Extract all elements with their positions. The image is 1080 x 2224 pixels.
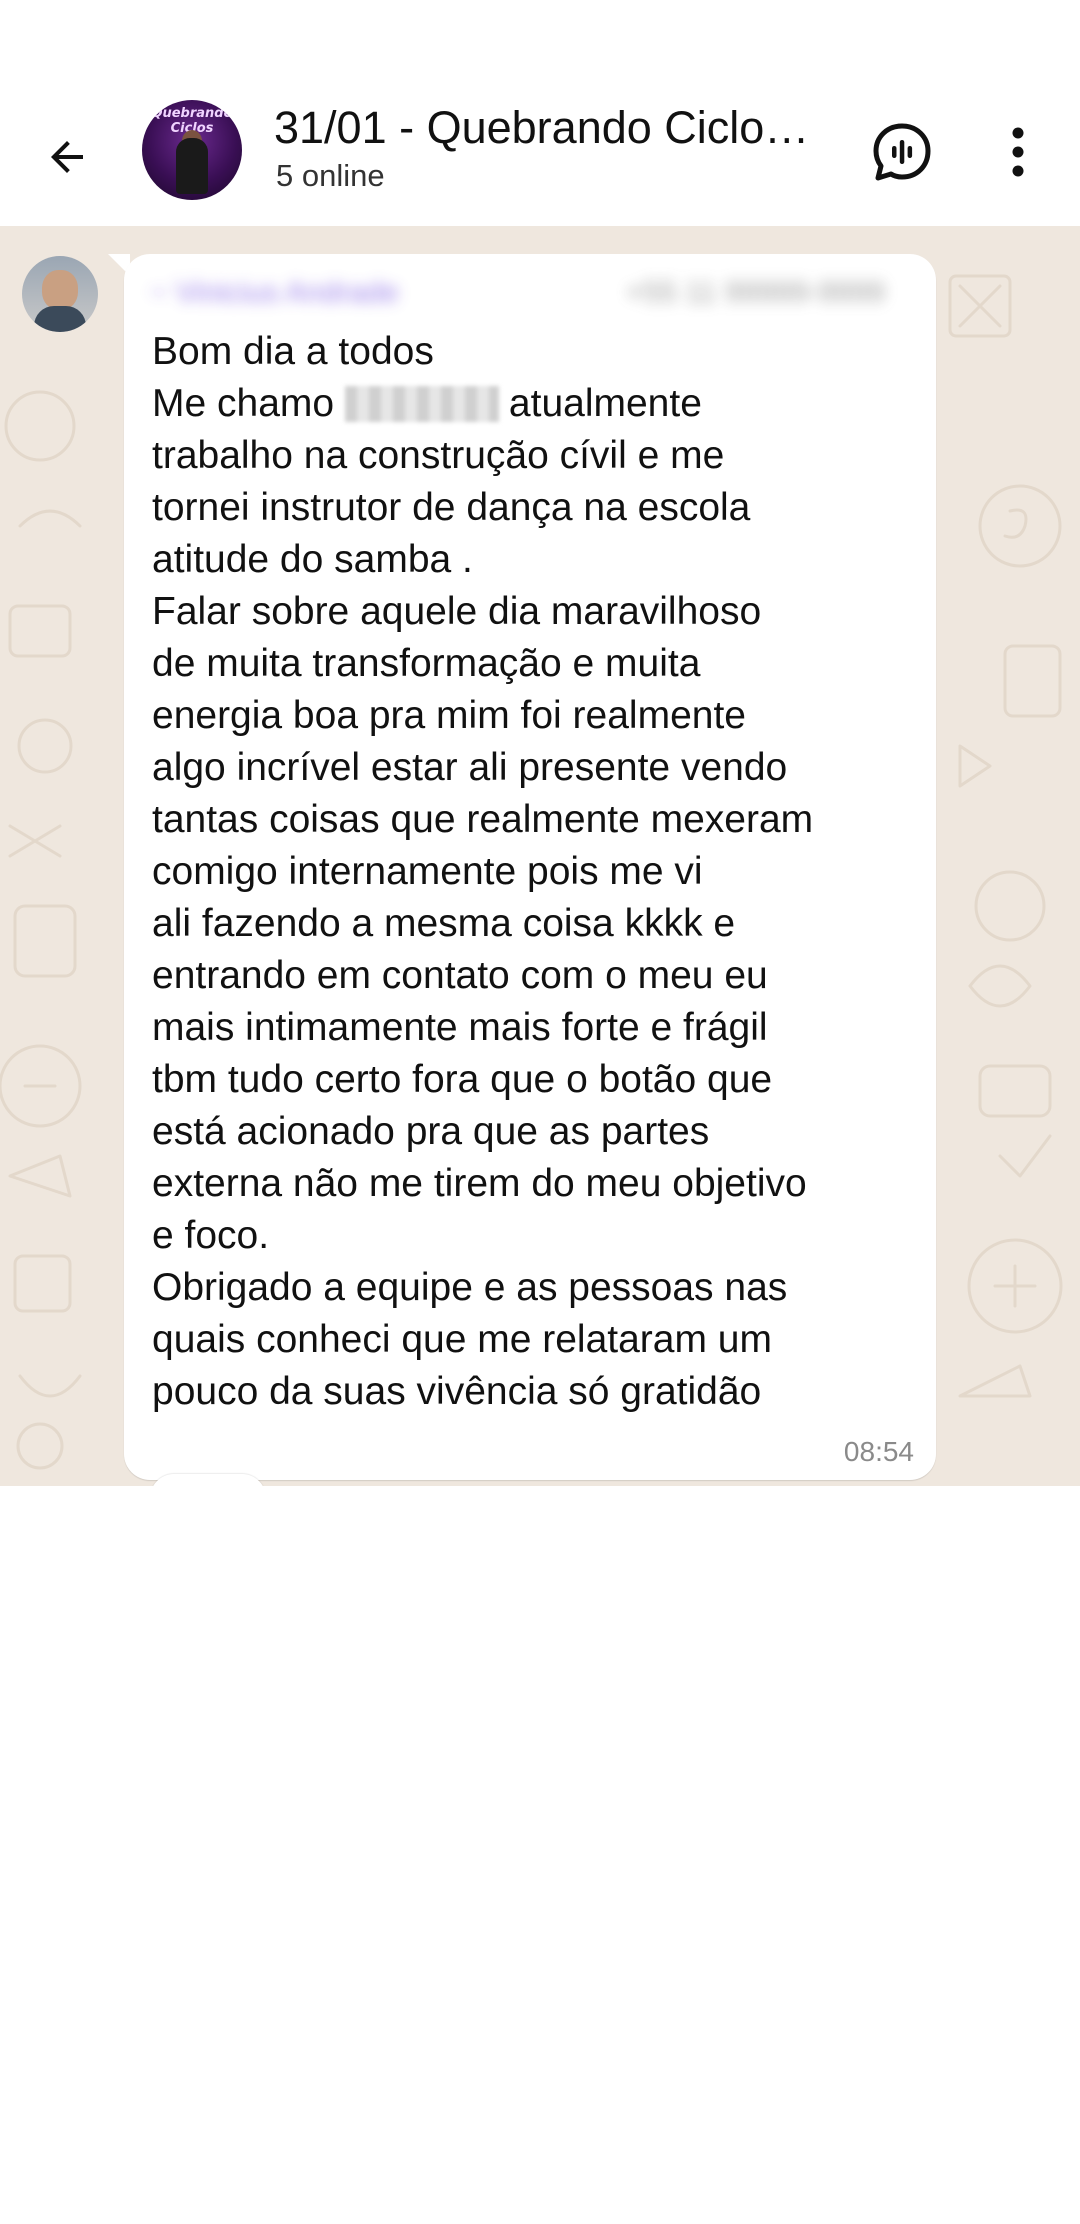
chat-title[interactable]: 31/01 - Quebrando Ciclo…: [274, 100, 834, 156]
more-options-button[interactable]: [988, 120, 1048, 184]
message-line: comigo internamente pois me vi: [152, 850, 703, 893]
message-line: de muita transformação e muita: [152, 642, 701, 685]
sender-avatar-face: [42, 270, 78, 310]
message-line: quais conheci que me relataram um: [152, 1318, 772, 1361]
message-line: trabalho na construção cívil e me: [152, 434, 725, 477]
message-line: externa não me tirem do meu objetivo: [152, 1162, 807, 1205]
message-line-suffix: atualmente: [508, 382, 702, 425]
group-avatar[interactable]: Quebrando Ciclos: [142, 100, 242, 200]
message-timestamp: 08:54: [843, 1436, 914, 1467]
reaction-chip[interactable]: [150, 1474, 266, 1486]
message-line: energia boa pra mim foi realmente: [152, 694, 746, 737]
message-line: mais intimamente mais forte e frágil: [152, 1006, 768, 1049]
chat-header: Quebrando Ciclos 31/01 - Quebrando Ciclo…: [0, 90, 1080, 226]
avatar-text-line1: Quebrando: [151, 106, 233, 121]
message-line: está acionado pra que as partes: [152, 1110, 710, 1153]
message-line: tantas coisas que realmente mexeram: [152, 798, 814, 841]
message-line: Me chamo atualmente: [152, 378, 922, 430]
avatar-person-body: [176, 138, 208, 194]
voice-chat-button[interactable]: [870, 120, 934, 184]
sender-phone: +55 11 99999-9999: [626, 278, 885, 308]
message-line: Bom dia a todos: [152, 330, 434, 373]
more-vert-icon: [1012, 127, 1024, 177]
message-line: tornei instrutor de dança na escola: [152, 486, 751, 529]
message-line: Obrigado a equipe e as pessoas nas: [152, 1266, 788, 1309]
back-button[interactable]: [30, 120, 104, 194]
online-count: 5 online: [276, 158, 385, 193]
message-line: atitude do samba .: [152, 538, 473, 581]
chat-area[interactable]: ~ Vinicius Andrade +55 11 99999-9999 Bom…: [0, 226, 1080, 1486]
message-line: entrando em contato com o meu eu: [152, 954, 768, 997]
sender-avatar[interactable]: [22, 256, 98, 332]
status-bar: [0, 0, 1080, 90]
message-line: pouco da suas vivência só gratidão: [152, 1370, 762, 1413]
message-line: Falar sobre aquele dia maravilhoso: [152, 590, 762, 633]
message-text: Bom dia a todos Me chamo atualmente trab…: [152, 326, 922, 1418]
message-line: ali fazendo a mesma coisa kkkk e: [152, 902, 736, 945]
message-line: e foco.: [152, 1214, 270, 1257]
redacted-name: [344, 386, 499, 422]
message-line-prefix: Me chamo: [152, 382, 335, 425]
message-line: algo incrível estar ali presente vendo: [152, 746, 788, 789]
sender-name[interactable]: ~ Vinicius Andrade: [150, 278, 540, 308]
message-line: tbm tudo certo fora que o botão que: [152, 1058, 773, 1101]
arrow-left-icon: [51, 141, 83, 173]
voice-chat-icon: [873, 123, 931, 181]
message-bubble[interactable]: ~ Vinicius Andrade +55 11 99999-9999 Bom…: [124, 254, 936, 1480]
sender-avatar-body: [34, 306, 86, 332]
